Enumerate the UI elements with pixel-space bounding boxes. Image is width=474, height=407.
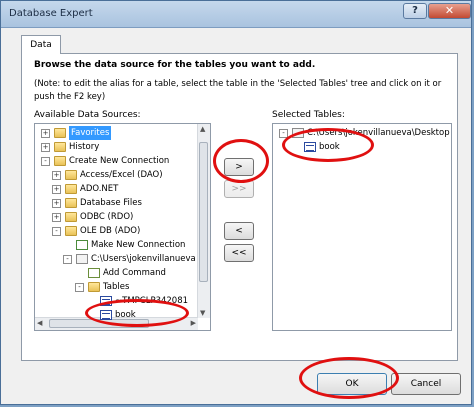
- expand-icon[interactable]: +: [52, 185, 61, 194]
- table-icon: [100, 310, 112, 320]
- remove-all-button[interactable]: <<: [224, 244, 254, 262]
- note-text: (Note: to edit the alias for a table, se…: [34, 79, 442, 102]
- available-tree-item-label: Access/Excel (DAO): [80, 170, 163, 180]
- folder-icon: [54, 142, 66, 152]
- expand-icon[interactable]: +: [52, 199, 61, 208]
- new-connection-icon: [76, 240, 88, 250]
- selected-tree-row[interactable]: - C:\Users\jokenvillanueva\Desktop: [273, 126, 451, 140]
- database-icon: [76, 254, 88, 264]
- tab-data[interactable]: Data: [21, 35, 61, 54]
- available-tree-item-label: Add Command: [103, 268, 166, 278]
- available-tree-row[interactable]: + Database Files: [35, 196, 210, 210]
- available-tree-item-label: Favorites: [69, 126, 112, 140]
- available-tree-row[interactable]: Make New Connection: [35, 238, 210, 252]
- available-tree-row[interactable]: - C:\Users\jokenvillanueva: [35, 252, 210, 266]
- collapse-icon[interactable]: -: [75, 283, 84, 292]
- expand-icon[interactable]: +: [52, 213, 61, 222]
- available-tree-item-label: ADO.NET: [80, 184, 119, 194]
- selected-tree-item-label: C:\Users\jokenvillanueva\Desktop: [307, 128, 450, 138]
- available-tree-row[interactable]: + Access/Excel (DAO): [35, 168, 210, 182]
- available-tree-row[interactable]: Add Command: [35, 266, 210, 280]
- expand-icon[interactable]: +: [41, 129, 50, 138]
- available-tree-row[interactable]: - Tables: [35, 280, 210, 294]
- data-tab-panel: Browse the data source for the tables yo…: [21, 53, 458, 361]
- available-tree-item-label: Tables: [103, 282, 130, 292]
- add-all-button[interactable]: >>: [224, 180, 254, 198]
- expand-icon[interactable]: +: [41, 143, 50, 152]
- available-tree-item-label: History: [69, 142, 100, 152]
- database-icon: [292, 128, 304, 138]
- available-tree-row[interactable]: - OLE DB (ADO): [35, 224, 210, 238]
- folder-icon: [65, 198, 77, 208]
- available-tree-item-label: OLE DB (ADO): [80, 226, 141, 236]
- help-icon: ?: [412, 5, 418, 16]
- add-button[interactable]: >: [224, 158, 254, 176]
- collapse-icon[interactable]: -: [279, 129, 288, 138]
- available-tree-row[interactable]: + ADO.NET: [35, 182, 210, 196]
- remove-button[interactable]: <: [224, 222, 254, 240]
- available-tree-row[interactable]: - Create New Connection: [35, 154, 210, 168]
- collapse-icon[interactable]: -: [41, 157, 50, 166]
- collapse-icon[interactable]: -: [52, 227, 61, 236]
- selected-tables-label: Selected Tables:: [272, 110, 345, 120]
- available-tree-row[interactable]: ~TMPCLP342081: [35, 294, 210, 308]
- available-tree-item-label: ~TMPCLP342081: [115, 296, 189, 306]
- instructions-text: Browse the data source for the tables yo…: [34, 60, 316, 70]
- help-button[interactable]: ?: [403, 3, 427, 19]
- folder-icon: [65, 226, 77, 236]
- database-expert-window: Database Expert ? ✕ Data Browse the data…: [0, 0, 472, 405]
- available-tree-row[interactable]: + History: [35, 140, 210, 154]
- folder-icon: [65, 212, 77, 222]
- title-bar[interactable]: Database Expert ? ✕: [1, 1, 471, 28]
- window-title: Database Expert: [9, 8, 93, 19]
- selected-tables-tree[interactable]: - C:\Users\jokenvillanueva\Desktop book: [272, 123, 452, 331]
- available-tree-item-label: Database Files: [80, 198, 142, 208]
- close-button[interactable]: ✕: [428, 3, 471, 19]
- available-tree-item-label: Make New Connection: [91, 240, 186, 250]
- folder-icon: [88, 282, 100, 292]
- cancel-button[interactable]: Cancel: [391, 373, 461, 395]
- available-tree-row[interactable]: + ODBC (RDO): [35, 210, 210, 224]
- ok-button[interactable]: OK: [317, 373, 387, 395]
- folder-icon: [54, 156, 66, 166]
- available-sources-label: Available Data Sources:: [34, 110, 141, 120]
- available-tree-row[interactable]: book: [35, 308, 210, 322]
- command-icon: [88, 268, 100, 278]
- available-tree-item-label: book: [115, 310, 136, 320]
- folder-icon: [65, 184, 77, 194]
- folder-icon: [65, 170, 77, 180]
- selected-tree-row[interactable]: book: [273, 140, 451, 154]
- expand-icon[interactable]: +: [52, 171, 61, 180]
- close-icon: ✕: [444, 4, 455, 17]
- table-icon: [100, 296, 112, 306]
- folder-icon: [54, 128, 66, 138]
- available-tree-item-label: C:\Users\jokenvillanueva: [91, 254, 196, 264]
- available-tree-item-label: Create New Connection: [69, 156, 170, 166]
- available-tree-row[interactable]: + Favorites: [35, 126, 210, 140]
- collapse-icon[interactable]: -: [63, 255, 72, 264]
- available-data-sources-tree[interactable]: ▲ ▼ ◀ ▶ + Favorites + History - Create New Co…: [34, 123, 211, 331]
- selected-tree-item-label: book: [319, 142, 340, 152]
- available-tree-item-label: ODBC (RDO): [80, 212, 134, 222]
- table-icon: [304, 142, 316, 152]
